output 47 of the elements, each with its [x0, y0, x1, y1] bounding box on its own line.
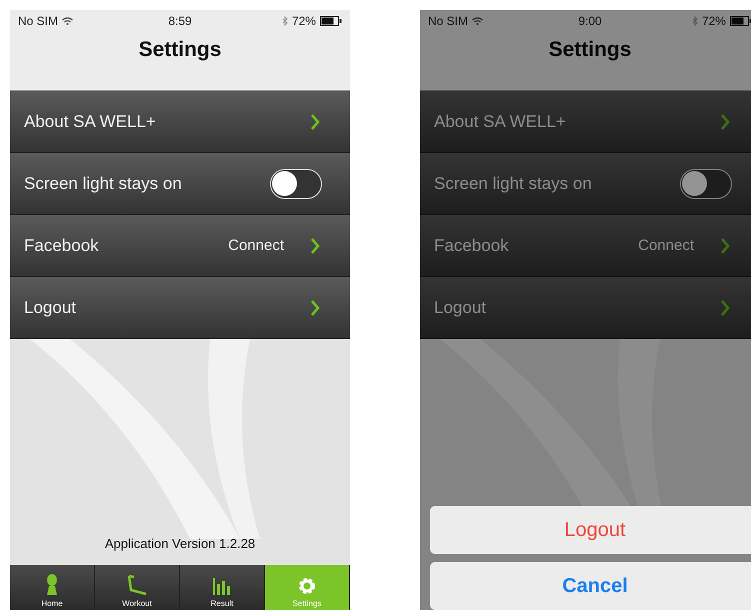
toggle-switch[interactable] — [270, 168, 322, 198]
battery-percent-text: 72% — [292, 14, 316, 28]
clock-text: 9:00 — [578, 14, 602, 28]
toggle-switch[interactable] — [680, 168, 732, 198]
carrier-text: No SIM — [18, 14, 58, 28]
wifi-icon — [62, 17, 74, 25]
settings-row[interactable]: Facebook Connect — [420, 215, 751, 277]
version-text: Application Version 1.2.28 — [104, 536, 256, 551]
chevron-icon — [720, 112, 730, 130]
settings-row[interactable]: Facebook Connect — [10, 215, 350, 277]
row-label: Facebook — [434, 236, 510, 256]
settings-row[interactable]: About SA WELL+ — [420, 91, 751, 153]
row-label: Screen light stays on — [434, 174, 593, 194]
row-label: Screen light stays on — [24, 174, 183, 194]
clock-text: 8:59 — [168, 14, 192, 28]
bluetooth-icon — [692, 16, 698, 26]
wifi-icon — [472, 17, 484, 25]
row-label: Facebook — [24, 236, 100, 256]
carrier-text: No SIM — [428, 14, 468, 28]
row-value: Connect — [228, 237, 284, 254]
row-value: Connect — [638, 237, 694, 254]
settings-row[interactable]: Logout — [10, 277, 350, 339]
bluetooth-icon — [282, 16, 288, 26]
chevron-icon — [310, 298, 320, 316]
settings-row[interactable]: Screen light stays on — [10, 153, 350, 215]
tab[interactable]: Home — [10, 565, 95, 610]
tab[interactable]: Result — [180, 565, 265, 610]
tab[interactable]: Workout — [95, 565, 180, 610]
battery-percent-text: 72% — [702, 14, 726, 28]
row-label: About SA WELL+ — [24, 112, 157, 132]
chevron-icon — [720, 298, 730, 316]
chevron-icon — [310, 236, 320, 254]
settings-icon — [297, 576, 317, 596]
chevron-icon — [720, 236, 730, 254]
bar-chart-icon — [212, 576, 232, 596]
row-label: Logout — [24, 298, 77, 318]
chevron-icon — [310, 112, 320, 130]
settings-row[interactable]: Screen light stays on — [420, 153, 751, 215]
battery-icon — [320, 16, 342, 26]
row-label: Logout — [434, 298, 487, 318]
battery-icon — [730, 16, 751, 26]
row-label: About SA WELL+ — [434, 112, 567, 132]
screen-title: Settings — [138, 38, 222, 62]
settings-row[interactable]: About SA WELL+ — [10, 91, 350, 153]
screen-title: Settings — [548, 38, 632, 62]
settings-row[interactable]: Logout — [420, 277, 751, 339]
person-icon — [45, 574, 59, 596]
